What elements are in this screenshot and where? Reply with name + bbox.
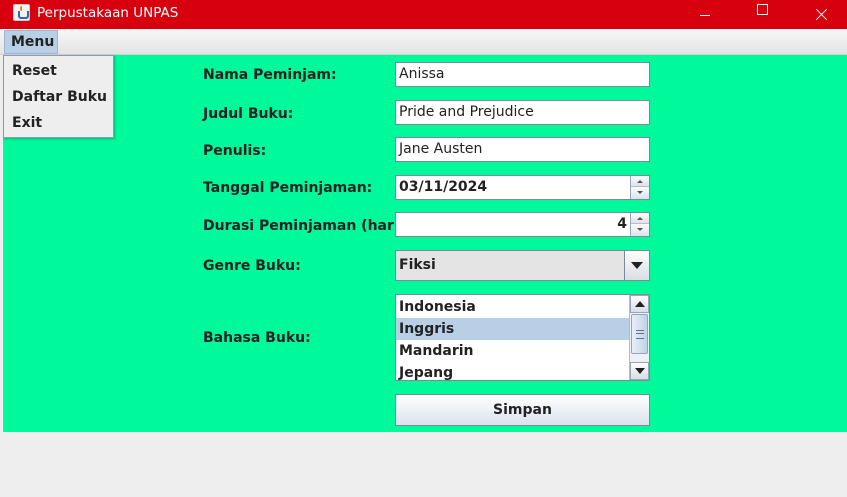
- spinner-up-icon[interactable]: [631, 176, 649, 187]
- menu-item-exit[interactable]: Exit: [4, 110, 113, 136]
- scroll-thumb[interactable]: [631, 314, 648, 354]
- tanggal-peminjaman-spinner[interactable]: 03/11/2024: [395, 175, 650, 200]
- chevron-down-icon[interactable]: [624, 251, 649, 280]
- genre-buku-combobox[interactable]: Fiksi: [395, 250, 650, 281]
- list-item-indonesia[interactable]: Indonesia: [396, 296, 629, 318]
- menu-popup: Reset Daftar Buku Exit: [3, 55, 114, 138]
- genre-selected-value: Fiksi: [399, 257, 436, 273]
- judul-buku-field[interactable]: Pride and Prejudice: [395, 100, 650, 125]
- menu-item-daftar-buku[interactable]: Daftar Buku: [4, 84, 113, 110]
- maximize-icon[interactable]: [739, 0, 785, 29]
- close-icon[interactable]: [798, 0, 844, 29]
- java-cup-icon: [13, 4, 30, 21]
- durasi-spinner-arrows: [630, 213, 649, 236]
- durasi-peminjaman-spinner[interactable]: 4: [395, 212, 650, 237]
- nama-peminjam-label: Nama Peminjam:: [203, 67, 337, 83]
- spinner-up-icon[interactable]: [631, 213, 649, 224]
- scroll-down-icon[interactable]: [630, 362, 649, 380]
- menu-item-reset[interactable]: Reset: [4, 58, 113, 84]
- bahasa-buku-list[interactable]: Indonesia Inggris Mandarin Jepang: [395, 294, 650, 381]
- nama-peminjam-field[interactable]: Anissa: [395, 62, 650, 87]
- spinner-down-icon[interactable]: [631, 187, 649, 199]
- durasi-value: 4: [617, 216, 627, 232]
- simpan-button[interactable]: Simpan: [395, 394, 650, 426]
- minimize-icon[interactable]: [682, 0, 728, 29]
- list-scrollbar[interactable]: [629, 295, 649, 380]
- genre-buku-label: Genre Buku:: [203, 258, 301, 274]
- menu-button[interactable]: Menu: [4, 30, 58, 54]
- bahasa-buku-label: Bahasa Buku:: [203, 330, 311, 346]
- tanggal-spinner-arrows: [630, 176, 649, 199]
- judul-buku-label: Judul Buku:: [203, 106, 294, 122]
- scroll-up-icon[interactable]: [630, 295, 649, 313]
- penulis-label: Penulis:: [203, 143, 267, 159]
- title-bar[interactable]: Perpustakaan UNPAS: [0, 0, 847, 29]
- list-item-jepang[interactable]: Jepang: [396, 362, 629, 380]
- menu-bar: Menu: [0, 29, 847, 55]
- list-item-inggris[interactable]: Inggris: [396, 318, 629, 340]
- tanggal-value: 03/11/2024: [399, 179, 488, 195]
- window-title: Perpustakaan UNPAS: [37, 5, 179, 21]
- tanggal-peminjaman-label: Tanggal Peminjaman:: [203, 180, 373, 196]
- list-item-mandarin[interactable]: Mandarin: [396, 340, 629, 362]
- spinner-down-icon[interactable]: [631, 224, 649, 236]
- penulis-field[interactable]: Jane Austen: [395, 137, 650, 162]
- durasi-peminjaman-label: Durasi Peminjaman (hari):: [203, 218, 411, 234]
